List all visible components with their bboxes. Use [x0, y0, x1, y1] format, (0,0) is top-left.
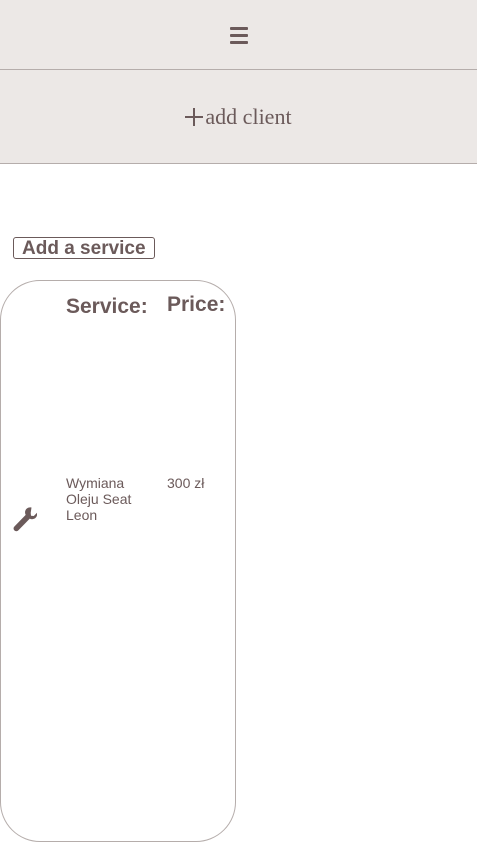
- hamburger-line: [229, 40, 248, 44]
- column-header-service: Service:: [66, 295, 148, 318]
- service-name-cell: Wymiana Oleju Seat Leon: [66, 475, 132, 523]
- add-client-label: add client: [205, 103, 292, 129]
- add-client-bar: add client: [0, 70, 477, 164]
- hamburger-line: [229, 26, 248, 30]
- plus-icon: [185, 107, 204, 126]
- service-card: [0, 280, 236, 842]
- hamburger-menu-icon[interactable]: [229, 26, 248, 44]
- add-service-button[interactable]: Add a service: [13, 237, 155, 259]
- wrench-icon: [13, 507, 37, 532]
- hamburger-line: [229, 33, 248, 37]
- add-client-button[interactable]: add client: [185, 103, 292, 130]
- top-nav-bar: [0, 0, 477, 70]
- service-price-cell: 300 zł: [167, 475, 205, 491]
- column-header-price: Price:: [167, 293, 226, 316]
